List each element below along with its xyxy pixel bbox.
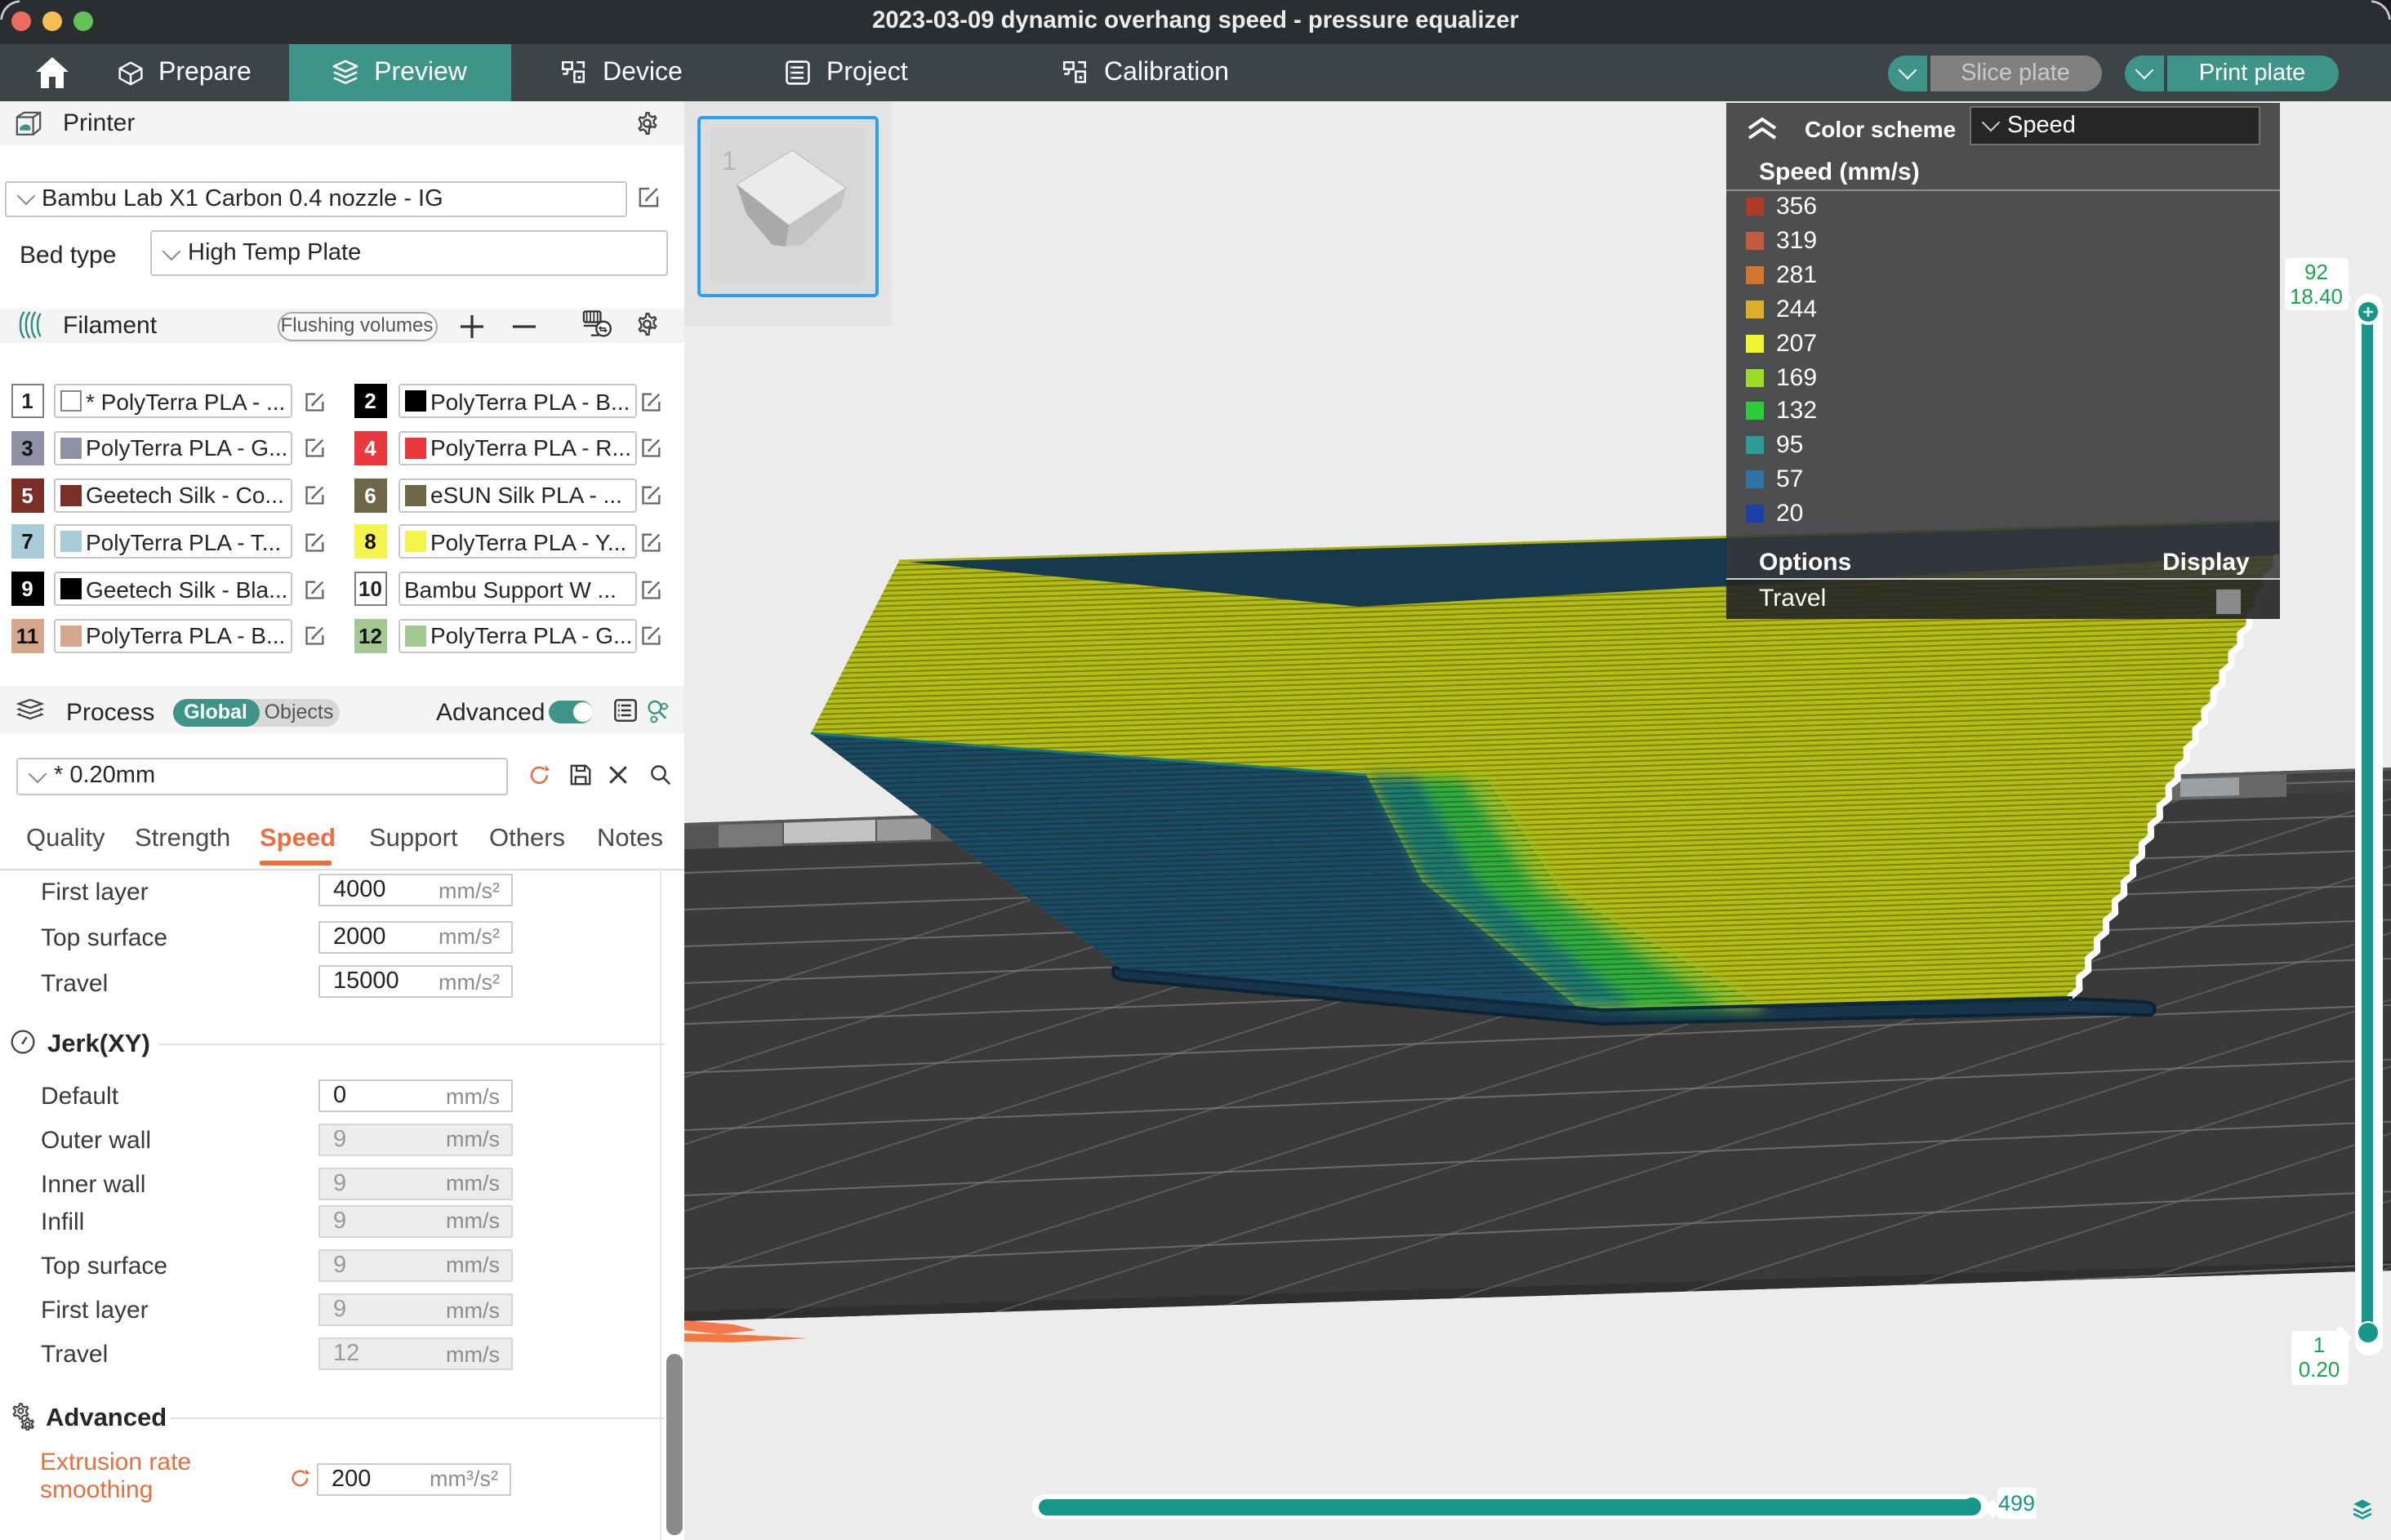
svg-text:1: 1: [722, 146, 737, 176]
